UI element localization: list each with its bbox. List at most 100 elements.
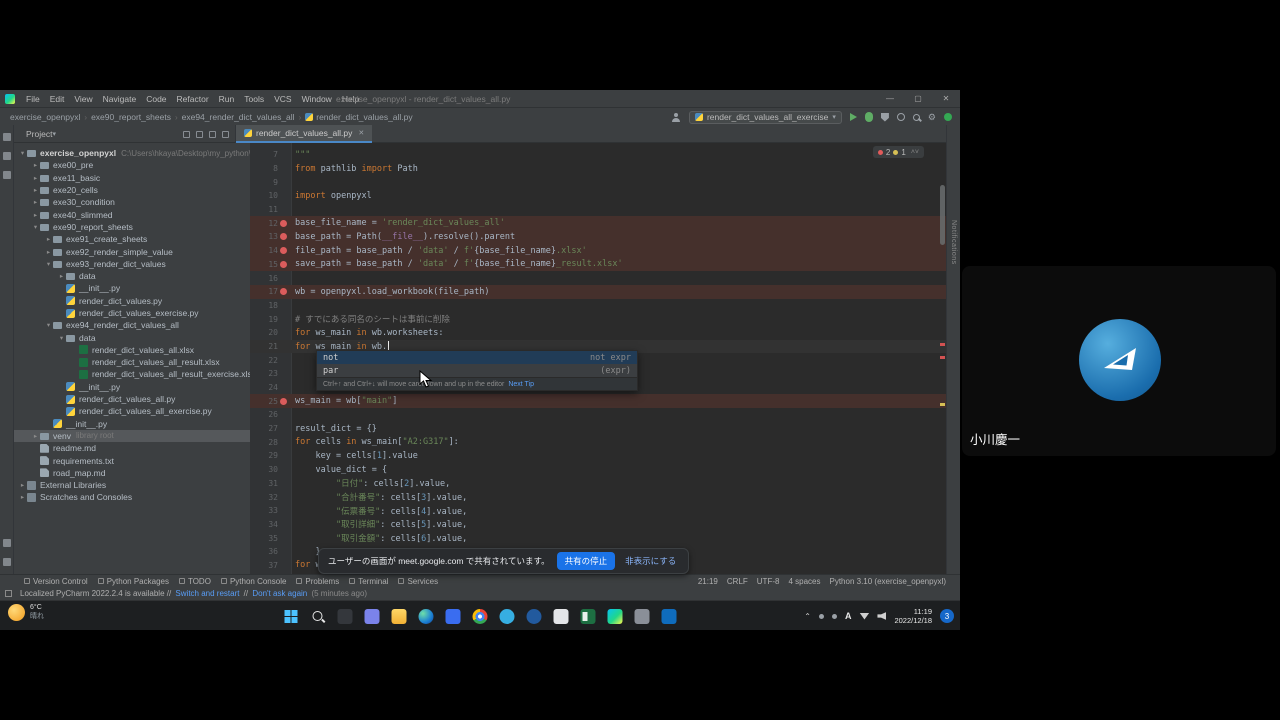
ime-indicator[interactable]: A <box>845 611 852 621</box>
tree-item[interactable]: ▸exe40_slimmed <box>14 208 250 220</box>
stop-sharing-button[interactable]: 共有の停止 <box>557 552 616 570</box>
tree-item[interactable]: ▾exe94_render_dict_values_all <box>14 319 250 331</box>
debug-button[interactable] <box>865 112 873 122</box>
chevron-icon[interactable]: ▾ <box>18 149 27 157</box>
tree-item[interactable]: ▾exe90_report_sheets <box>14 221 250 233</box>
notepad-icon[interactable] <box>554 609 569 624</box>
line-number[interactable]: 34 <box>250 520 278 529</box>
menu-run[interactable]: Run <box>214 94 240 104</box>
tree-item[interactable]: render_dict_values_all_result_exercise.x… <box>14 368 250 380</box>
locate-file-icon[interactable] <box>183 131 190 138</box>
chevron-icon[interactable]: ▾ <box>44 321 53 329</box>
toolwindow-button[interactable]: TODO <box>179 577 211 586</box>
chat-icon[interactable] <box>365 609 380 624</box>
chevron-icon[interactable]: ▾ <box>44 260 53 268</box>
tree-item[interactable]: render_dict_values_all_result.xlsx <box>14 356 250 368</box>
line-number[interactable]: 27 <box>250 424 278 433</box>
tree-item[interactable]: ▾exercise_openpyxlC:\Users\hkaya\Desktop… <box>14 147 250 159</box>
chevron-icon[interactable]: ▸ <box>18 481 27 489</box>
commit-toolwindow-icon[interactable] <box>3 152 11 160</box>
close-tab-icon[interactable]: ✕ <box>358 129 364 137</box>
code-with-me-icon[interactable] <box>671 113 681 122</box>
line-number[interactable]: 16 <box>250 274 278 283</box>
coverage-button[interactable] <box>881 113 889 122</box>
minimize-icon[interactable]: — <box>876 94 904 103</box>
toolwindow-button[interactable]: Version Control <box>24 577 88 586</box>
notification-badge[interactable]: 3 <box>940 609 954 623</box>
editor-tab[interactable]: render_dict_values_all.py ✕ <box>236 125 372 143</box>
file-explorer-icon[interactable] <box>392 609 407 624</box>
screen-share-indicator[interactable] <box>944 113 952 121</box>
edge-icon[interactable] <box>419 609 434 624</box>
run-button[interactable] <box>850 113 857 121</box>
status-widget[interactable]: UTF-8 <box>757 577 780 586</box>
settings-icon[interactable]: ⚙ <box>928 113 936 122</box>
tree-item[interactable]: readme.md <box>14 442 250 454</box>
wifi-icon[interactable] <box>859 613 869 620</box>
tree-item[interactable]: ▸exe00_pre <box>14 159 250 171</box>
task-view-icon[interactable] <box>338 609 353 624</box>
line-number[interactable]: 23 <box>250 369 278 378</box>
toolwindow-button[interactable]: Problems <box>296 577 339 586</box>
tree-item[interactable]: ▸exe11_basic <box>14 172 250 184</box>
volume-icon[interactable] <box>877 612 886 620</box>
tree-item[interactable]: ▸exe91_create_sheets <box>14 233 250 245</box>
breadcrumb-item[interactable]: render_dict_values_all.py <box>305 112 412 122</box>
weather-widget[interactable]: 6°C 晴れ <box>8 604 44 621</box>
project-toolwindow-icon[interactable] <box>3 133 11 141</box>
tree-item[interactable]: ▸data <box>14 270 250 282</box>
breadcrumb-item[interactable]: exercise_openpyxl <box>10 112 80 122</box>
completion-item[interactable]: notnot expr <box>317 351 637 364</box>
switch-restart-link[interactable]: Switch and restart <box>175 589 239 598</box>
dont-ask-link[interactable]: Don't ask again <box>252 589 307 598</box>
pycharm-icon[interactable] <box>608 609 623 624</box>
breakpoint-icon[interactable] <box>280 288 287 295</box>
chevron-icon[interactable]: ▸ <box>31 186 40 194</box>
tree-item[interactable]: ▸exe30_condition <box>14 196 250 208</box>
line-number[interactable]: 31 <box>250 479 278 488</box>
line-number[interactable]: 20 <box>250 328 278 337</box>
line-number[interactable]: 26 <box>250 410 278 419</box>
next-prev-problem-icons[interactable]: ˄˅ <box>911 149 919 156</box>
menu-view[interactable]: View <box>69 94 97 104</box>
excel-icon[interactable] <box>581 609 596 624</box>
menu-edit[interactable]: Edit <box>45 94 70 104</box>
taskbar-clock[interactable]: 11:19 2022/12/18 <box>894 607 932 625</box>
search-icon[interactable] <box>311 609 326 624</box>
menu-refactor[interactable]: Refactor <box>172 94 214 104</box>
line-number[interactable]: 22 <box>250 356 278 365</box>
toolwindow-button[interactable]: Python Console <box>221 577 286 586</box>
start-icon[interactable] <box>284 609 299 624</box>
chrome-icon[interactable] <box>473 609 488 624</box>
line-number[interactable]: 15 <box>250 260 278 269</box>
bookmarks-toolwindow-icon[interactable] <box>3 539 11 547</box>
search-everywhere-button[interactable] <box>913 114 920 121</box>
line-number[interactable]: 17 <box>250 287 278 296</box>
breakpoint-icon[interactable] <box>280 233 287 240</box>
collapse-all-icon[interactable] <box>196 131 203 138</box>
tree-item[interactable]: render_dict_values_all.py <box>14 393 250 405</box>
hide-banner-button[interactable]: 非表示にする <box>622 553 679 569</box>
terminal-toolwindow-icon[interactable] <box>3 558 11 566</box>
completion-item[interactable]: par(expr) <box>317 364 637 377</box>
toolwindow-button[interactable]: Python Packages <box>98 577 169 586</box>
tree-item[interactable]: __init__.py <box>14 418 250 430</box>
line-number[interactable]: 12 <box>250 219 278 228</box>
line-number[interactable]: 36 <box>250 547 278 556</box>
tree-item[interactable]: road_map.md <box>14 467 250 479</box>
chevron-icon[interactable]: ▸ <box>31 211 40 219</box>
zoom-icon[interactable] <box>635 609 650 624</box>
line-number[interactable]: 19 <box>250 315 278 324</box>
line-number[interactable]: 9 <box>250 178 278 187</box>
tree-item[interactable]: ▸Scratches and Consoles <box>14 491 250 503</box>
line-number[interactable]: 25 <box>250 397 278 406</box>
chevron-icon[interactable]: ▸ <box>31 161 40 169</box>
mail-icon[interactable] <box>446 609 461 624</box>
tree-item[interactable]: ▸exe92_render_simple_value <box>14 245 250 257</box>
chevron-icon[interactable]: ▾ <box>31 223 40 231</box>
line-number[interactable]: 18 <box>250 301 278 310</box>
tree-item[interactable]: ▾exe93_render_dict_values <box>14 258 250 270</box>
menu-file[interactable]: File <box>21 94 45 104</box>
line-number[interactable]: 37 <box>250 561 278 570</box>
toolwindow-switcher-icon[interactable] <box>5 590 12 597</box>
